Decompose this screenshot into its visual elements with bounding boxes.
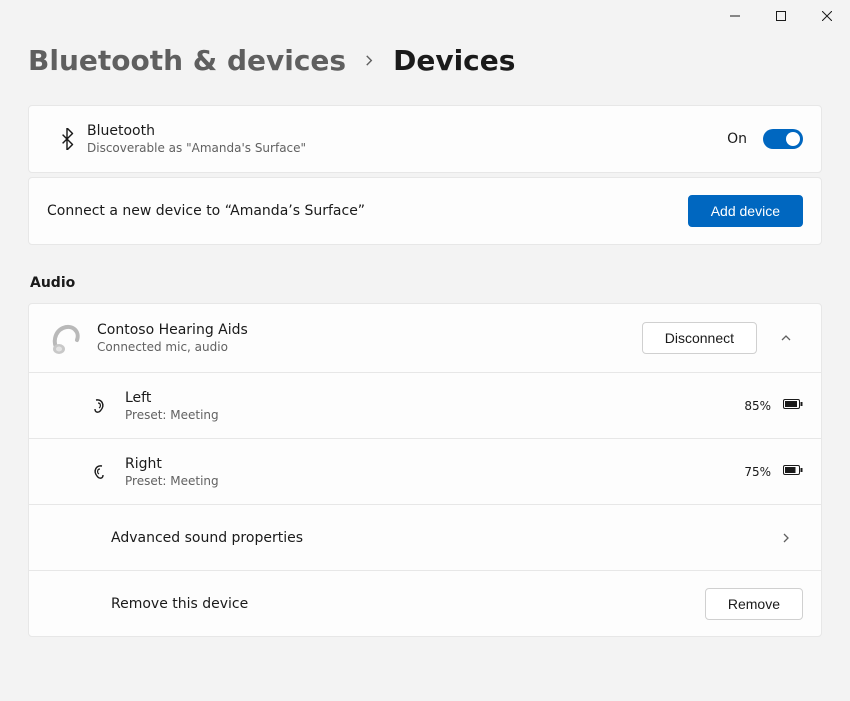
disconnect-button[interactable]: Disconnect (642, 322, 757, 354)
right-ear-row: Right Preset: Meeting 75% (29, 438, 821, 504)
device-header-row[interactable]: Contoso Hearing Aids Connected mic, audi… (29, 304, 821, 372)
left-ear-row: Left Preset: Meeting 85% (29, 372, 821, 438)
bluetooth-row: Bluetooth Discoverable as "Amanda's Surf… (29, 106, 821, 172)
right-battery-percent: 75% (744, 465, 771, 479)
bluetooth-state-label: On (727, 131, 747, 147)
maximize-button[interactable] (758, 0, 804, 32)
close-icon (822, 11, 832, 21)
breadcrumb-current: Devices (393, 44, 515, 77)
breadcrumb-parent[interactable]: Bluetooth & devices (28, 44, 346, 77)
remove-button[interactable]: Remove (705, 588, 803, 620)
remove-device-label: Remove this device (111, 596, 705, 612)
bluetooth-toggle[interactable] (763, 129, 803, 149)
bluetooth-subtitle: Discoverable as "Amanda's Surface" (87, 141, 727, 155)
ear-right-icon (79, 463, 119, 481)
advanced-sound-row[interactable]: Advanced sound properties (29, 504, 821, 570)
left-battery-percent: 85% (744, 399, 771, 413)
left-ear-preset: Preset: Meeting (125, 408, 744, 422)
chevron-up-icon (780, 332, 792, 344)
device-name: Contoso Hearing Aids (97, 322, 642, 338)
chevron-right-icon (364, 50, 375, 71)
hearing-aid-icon (47, 318, 87, 358)
audio-device-group: Contoso Hearing Aids Connected mic, audi… (28, 303, 822, 637)
ear-left-icon (79, 397, 119, 415)
bluetooth-card: Bluetooth Discoverable as "Amanda's Surf… (28, 105, 822, 173)
connect-device-card: Connect a new device to “Amanda’s Surfac… (28, 177, 822, 245)
bluetooth-icon (47, 128, 87, 150)
window-titlebar (0, 0, 850, 32)
battery-icon (783, 464, 803, 480)
minimize-button[interactable] (712, 0, 758, 32)
advanced-sound-label: Advanced sound properties (111, 530, 769, 546)
remove-device-row: Remove this device Remove (29, 570, 821, 636)
connect-device-text: Connect a new device to “Amanda’s Surfac… (47, 203, 688, 219)
battery-icon (783, 398, 803, 414)
close-button[interactable] (804, 0, 850, 32)
connect-device-row: Connect a new device to “Amanda’s Surfac… (29, 178, 821, 244)
expand-toggle[interactable] (769, 321, 803, 355)
chevron-right-icon (769, 521, 803, 555)
bluetooth-title: Bluetooth (87, 123, 727, 139)
add-device-button[interactable]: Add device (688, 195, 803, 227)
maximize-icon (776, 11, 786, 21)
audio-section-header: Audio (30, 275, 822, 291)
minimize-icon (730, 11, 740, 21)
right-ear-name: Right (125, 456, 744, 472)
device-status: Connected mic, audio (97, 340, 642, 354)
breadcrumb: Bluetooth & devices Devices (28, 44, 822, 77)
right-ear-preset: Preset: Meeting (125, 474, 744, 488)
left-ear-name: Left (125, 390, 744, 406)
